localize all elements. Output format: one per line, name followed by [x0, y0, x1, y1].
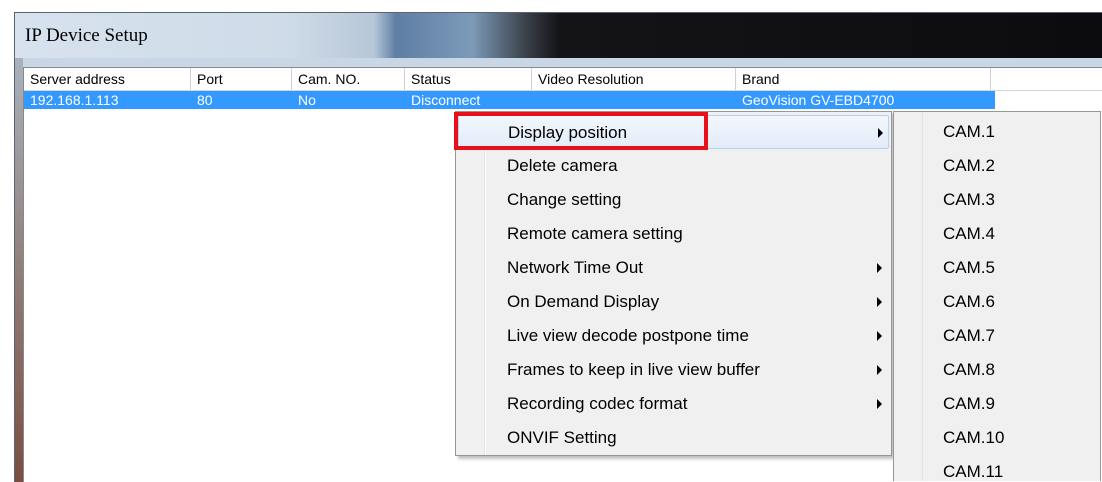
- submenu-item-label: CAM.11: [943, 462, 1004, 481]
- column-header-brand[interactable]: Brand: [736, 68, 991, 90]
- menu-item-label: Delete camera: [507, 156, 618, 175]
- menu-item-label: Change setting: [507, 190, 622, 209]
- submenu-arrow-icon: [877, 263, 882, 273]
- list-header: Server address Port Cam. NO. Status Vide…: [24, 68, 1102, 91]
- submenu-item-cam-10[interactable]: CAM.10: [894, 421, 1100, 455]
- submenu-item-label: CAM.3: [943, 190, 995, 209]
- submenu-item-cam-9[interactable]: CAM.9: [894, 387, 1100, 421]
- cell-video-resolution: [532, 91, 736, 109]
- submenu-arrow-icon: [878, 128, 883, 138]
- menu-item-label: Remote camera setting: [507, 224, 683, 243]
- cell-server-address: 192.168.1.113: [30, 92, 119, 108]
- submenu-item-cam-8[interactable]: CAM.8: [894, 353, 1100, 387]
- highlight-annotation-box: [454, 112, 708, 150]
- menu-item-on-demand-display[interactable]: On Demand Display: [458, 285, 889, 319]
- submenu-item-label: CAM.1: [943, 122, 995, 141]
- menu-item-frames-to-keep-in-live-view-buffer[interactable]: Frames to keep in live view buffer: [458, 353, 889, 387]
- menu-item-label: On Demand Display: [507, 292, 660, 311]
- column-header-video-resolution[interactable]: Video Resolution: [532, 68, 736, 90]
- menu-item-label: Network Time Out: [507, 258, 644, 277]
- column-header-port[interactable]: Port: [191, 68, 292, 90]
- submenu-item-cam-3[interactable]: CAM.3: [894, 183, 1100, 217]
- submenu-arrow-icon: [877, 365, 882, 375]
- submenu-item-label: CAM.10: [943, 428, 1005, 447]
- window-left-edge: [15, 58, 23, 482]
- submenu-item-cam-4[interactable]: CAM.4: [894, 217, 1100, 251]
- column-header-cam-no[interactable]: Cam. NO.: [292, 68, 405, 90]
- menu-item-change-setting[interactable]: Change setting: [458, 183, 889, 217]
- menu-item-remote-camera-setting[interactable]: Remote camera setting: [458, 217, 889, 251]
- table-row[interactable]: 192.168.1.113 80 No Disconnect GeoVision…: [24, 91, 995, 109]
- menu-item-onvif-setting[interactable]: ONVIF Setting: [458, 421, 889, 455]
- context-menu: Display position Delete camera Change se…: [455, 111, 892, 456]
- submenu-arrow-icon: [877, 399, 882, 409]
- submenu-item-label: CAM.7: [943, 326, 995, 345]
- menu-item-delete-camera[interactable]: Delete camera: [458, 149, 889, 183]
- column-header-server-address[interactable]: Server address: [24, 68, 191, 90]
- display-position-submenu: CAM.1 CAM.2 CAM.3 CAM.4 CAM.5 CAM.6 CAM.…: [893, 111, 1101, 481]
- submenu-arrow-icon: [877, 331, 882, 341]
- menu-item-network-time-out[interactable]: Network Time Out: [458, 251, 889, 285]
- cell-cam-no: No: [298, 92, 316, 108]
- submenu-item-label: CAM.4: [943, 224, 995, 243]
- submenu-item-cam-5[interactable]: CAM.5: [894, 251, 1100, 285]
- title-bar[interactable]: IP Device Setup: [15, 13, 1102, 58]
- submenu-item-label: CAM.8: [943, 360, 995, 379]
- cell-port: 80: [197, 92, 213, 108]
- cell-brand: GeoVision GV-EBD4700: [742, 92, 895, 108]
- submenu-item-cam-6[interactable]: CAM.6: [894, 285, 1100, 319]
- menu-item-live-view-decode-postpone-time[interactable]: Live view decode postpone time: [458, 319, 889, 353]
- window-title: IP Device Setup: [25, 25, 148, 46]
- column-header-status[interactable]: Status: [405, 68, 532, 90]
- menu-item-label: Frames to keep in live view buffer: [507, 360, 760, 379]
- submenu-item-label: CAM.5: [943, 258, 995, 277]
- submenu-item-label: CAM.6: [943, 292, 995, 311]
- menu-item-label: Live view decode postpone time: [507, 326, 749, 345]
- submenu-item-label: CAM.2: [943, 156, 995, 175]
- submenu-arrow-icon: [877, 297, 882, 307]
- cell-status: Disconnect: [411, 92, 481, 108]
- submenu-item-cam-1[interactable]: CAM.1: [894, 115, 1100, 149]
- menu-item-recording-codec-format[interactable]: Recording codec format: [458, 387, 889, 421]
- submenu-item-cam-11[interactable]: CAM.11: [894, 455, 1100, 481]
- submenu-item-cam-7[interactable]: CAM.7: [894, 319, 1100, 353]
- submenu-item-label: CAM.9: [943, 394, 995, 413]
- menu-item-label: Recording codec format: [507, 394, 688, 413]
- submenu-item-cam-2[interactable]: CAM.2: [894, 149, 1100, 183]
- menu-item-label: ONVIF Setting: [507, 428, 617, 447]
